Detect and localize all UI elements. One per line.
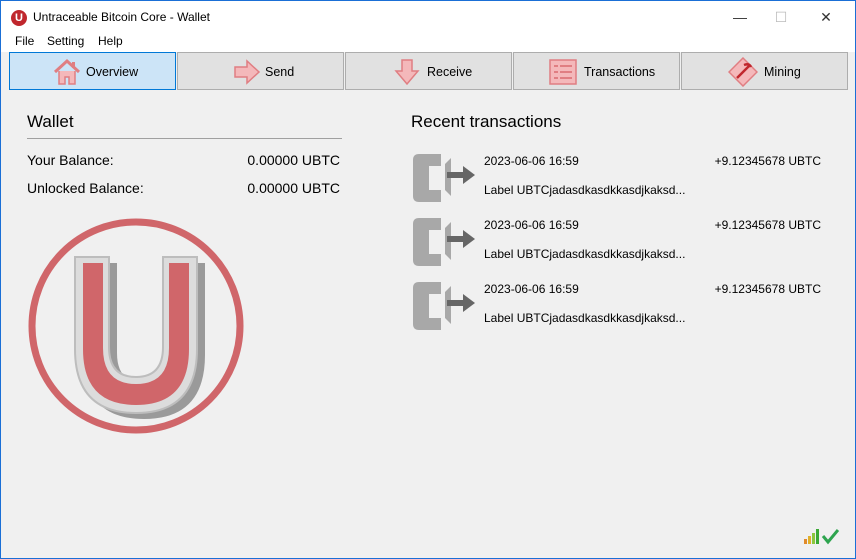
tab-send[interactable]: Send [177, 52, 344, 90]
tab-send-label: Send [265, 65, 295, 79]
tab-transactions[interactable]: Transactions [513, 52, 680, 90]
menu-help[interactable]: Help [98, 34, 123, 48]
tab-receive-label: Receive [427, 65, 473, 79]
transaction-row[interactable]: 2023-06-06 16:59 +9.12345678 UBTC Label … [411, 214, 831, 278]
maximize-button[interactable]: ☐ [758, 1, 804, 33]
unlocked-balance-value: 0.00000 UBTC [247, 180, 340, 196]
wallet-heading: Wallet [27, 112, 74, 131]
menu-bar: File Setting Help [1, 33, 855, 52]
tab-mining-label: Mining [764, 65, 801, 79]
unlocked-balance-label: Unlocked Balance: [27, 180, 144, 196]
main-toolbar: Overview Send Receive Transactions Minin… [9, 52, 849, 90]
pickaxe-icon [728, 57, 758, 87]
transaction-row[interactable]: 2023-06-06 16:59 +9.12345678 UBTC Label … [411, 278, 831, 342]
transaction-label: Label UBTCjadasdkasdkkasdjkaksd... [484, 183, 686, 197]
receive-arrow-icon [394, 59, 420, 86]
list-icon [549, 59, 577, 85]
transaction-date: 2023-06-06 16:59 [484, 218, 579, 232]
window-title: Untraceable Bitcoin Core - Wallet [33, 10, 210, 24]
tab-overview-label: Overview [86, 65, 139, 79]
transaction-amount: +9.12345678 UBTC [714, 218, 821, 232]
tab-mining[interactable]: Mining [681, 52, 848, 90]
close-button[interactable]: ✕ [803, 1, 849, 33]
title-bar: U Untraceable Bitcoin Core - Wallet — ☐ … [1, 1, 855, 33]
tab-transactions-label: Transactions [584, 65, 656, 79]
send-arrow-icon [234, 59, 261, 85]
incoming-transaction-icon [413, 282, 475, 330]
minimize-button[interactable]: — [717, 1, 763, 33]
menu-setting[interactable]: Setting [47, 34, 84, 48]
transaction-amount: +9.12345678 UBTC [714, 154, 821, 168]
tab-receive[interactable]: Receive [345, 52, 512, 90]
recent-transactions-heading: Recent transactions [411, 112, 562, 131]
transaction-date: 2023-06-06 16:59 [484, 282, 579, 296]
app-logo-icon: U [11, 10, 27, 26]
balance-label: Your Balance: [27, 152, 114, 168]
signal-bars-icon [804, 529, 819, 544]
tab-overview[interactable]: Overview [9, 52, 176, 90]
transaction-label: Label UBTCjadasdkasdkkasdjkaksd... [484, 311, 686, 325]
transaction-amount: +9.12345678 UBTC [714, 282, 821, 296]
transaction-date: 2023-06-06 16:59 [484, 154, 579, 168]
incoming-transaction-icon [413, 154, 475, 202]
menu-file[interactable]: File [15, 34, 34, 48]
status-bar-icons [804, 529, 839, 545]
synced-check-icon [821, 529, 839, 545]
balance-value: 0.00000 UBTC [247, 152, 340, 168]
transaction-row[interactable]: 2023-06-06 16:59 +9.12345678 UBTC Label … [411, 150, 831, 214]
brand-logo [28, 218, 244, 434]
incoming-transaction-icon [413, 218, 475, 266]
home-icon [53, 58, 81, 85]
wallet-divider [27, 138, 342, 139]
app-window: U Untraceable Bitcoin Core - Wallet — ☐ … [0, 0, 856, 559]
transaction-label: Label UBTCjadasdkasdkkasdjkaksd... [484, 247, 686, 261]
